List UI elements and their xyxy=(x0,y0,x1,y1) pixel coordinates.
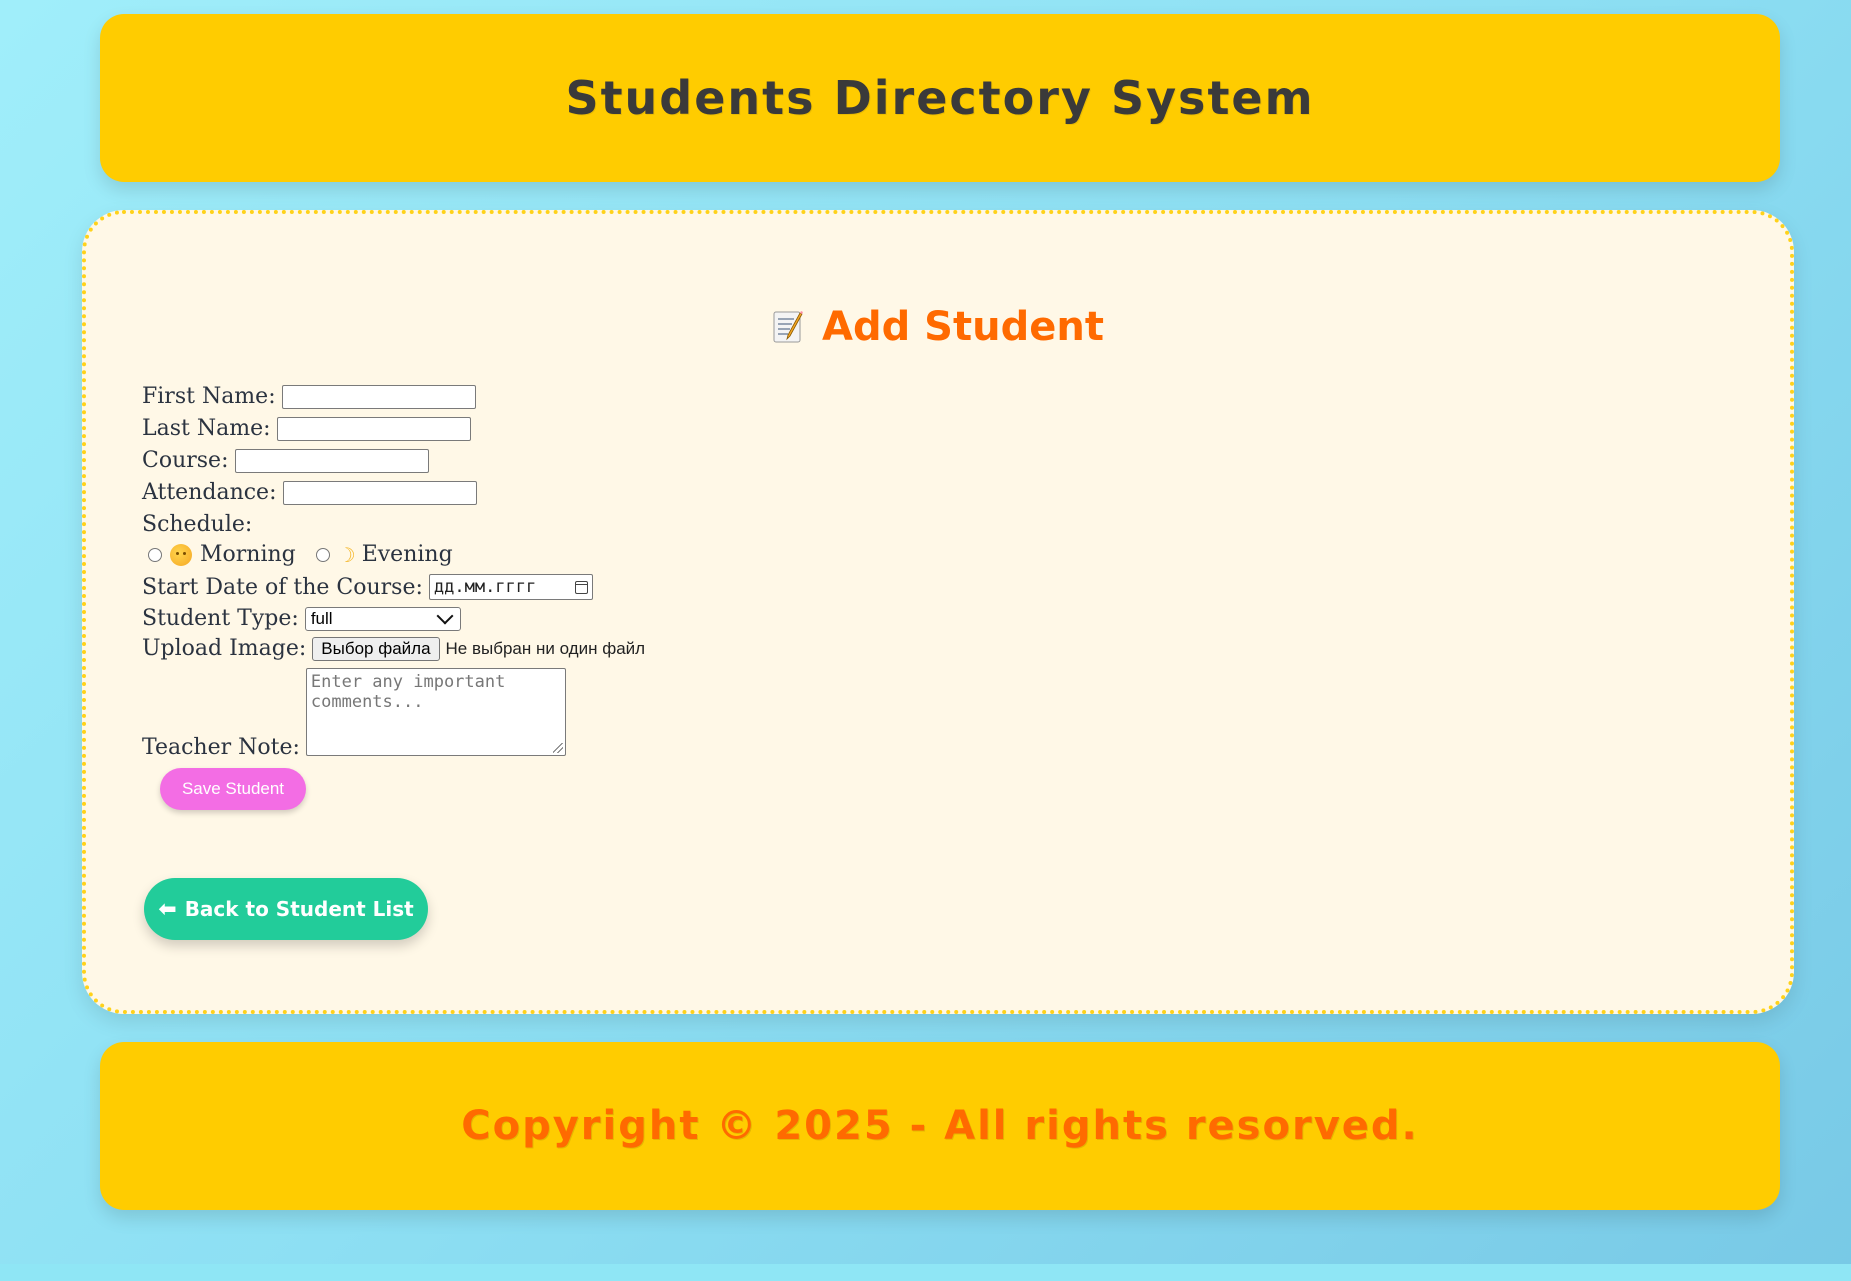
student-type-label: Student Type: xyxy=(142,606,299,631)
copyright-text: Copyright © 2025 - All rights resorved. xyxy=(461,1103,1419,1149)
attendance-input[interactable] xyxy=(282,480,477,505)
schedule-options: Morning ☽ Evening xyxy=(142,542,453,567)
start-date-row: Start Date of the Course: дд.мм.гггг xyxy=(142,574,593,600)
upload-image-label: Upload Image: xyxy=(142,636,307,661)
start-date-placeholder: дд.мм.гггг xyxy=(433,577,537,597)
last-name-label: Last Name: xyxy=(142,416,271,441)
student-type-value: full xyxy=(310,608,333,628)
first-name-input[interactable] xyxy=(281,384,476,409)
file-status-text: Не выбран ни один файл xyxy=(445,638,646,658)
evening-label: Evening xyxy=(361,542,453,567)
start-date-input[interactable]: дд.мм.гггг xyxy=(428,574,593,600)
form-title: Add Student xyxy=(86,304,1790,350)
page-header: Students Directory System xyxy=(100,14,1780,182)
teacher-note-textarea[interactable]: Enter any important comments... xyxy=(305,668,566,756)
site-title: Students Directory System xyxy=(565,71,1315,125)
memo-icon xyxy=(772,308,806,344)
course-label: Course: xyxy=(142,448,229,473)
bottom-strip xyxy=(0,1264,1851,1281)
choose-file-button[interactable]: Выбор файла xyxy=(312,636,440,661)
course-input[interactable] xyxy=(234,448,429,473)
schedule-row: Schedule: xyxy=(142,512,258,537)
evening-radio[interactable] xyxy=(315,547,330,562)
arrow-left-icon: ⬅ xyxy=(158,896,177,922)
upload-image-row: Upload Image: Выбор файла Не выбран ни о… xyxy=(142,636,645,661)
chevron-down-icon xyxy=(436,607,454,624)
page-footer: Copyright © 2025 - All rights resorved. xyxy=(100,1042,1780,1210)
teacher-note-label: Teacher Note: xyxy=(142,735,300,760)
attendance-row: Attendance: xyxy=(142,480,477,505)
schedule-label: Schedule: xyxy=(142,512,253,537)
student-type-select[interactable]: full xyxy=(304,606,461,631)
last-name-row: Last Name: xyxy=(142,416,471,441)
student-type-row: Student Type: full xyxy=(142,606,461,631)
attendance-label: Attendance: xyxy=(142,480,277,505)
add-student-panel: Add Student First Name: Last Name: Cours… xyxy=(82,210,1794,1014)
back-button-label: Back to Student List xyxy=(184,897,414,921)
resize-handle-icon[interactable] xyxy=(552,743,563,753)
teacher-note-placeholder: Enter any important comments... xyxy=(310,672,506,712)
back-to-list-button[interactable]: ⬅ Back to Student List xyxy=(144,878,428,940)
calendar-icon[interactable] xyxy=(574,580,588,594)
course-row: Course: xyxy=(142,448,429,473)
teacher-note-row: Teacher Note: Enter any important commen… xyxy=(142,668,566,760)
first-name-label: First Name: xyxy=(142,384,276,409)
save-student-button[interactable]: Save Student xyxy=(160,768,306,810)
morning-radio[interactable] xyxy=(148,547,162,562)
sun-face-icon xyxy=(170,543,192,566)
crescent-moon-icon: ☽ xyxy=(337,542,356,567)
last-name-input[interactable] xyxy=(276,416,471,441)
form-title-text: Add Student xyxy=(822,304,1104,350)
start-date-label: Start Date of the Course: xyxy=(142,574,423,600)
morning-label: Morning xyxy=(200,542,296,567)
first-name-row: First Name: xyxy=(142,384,476,409)
